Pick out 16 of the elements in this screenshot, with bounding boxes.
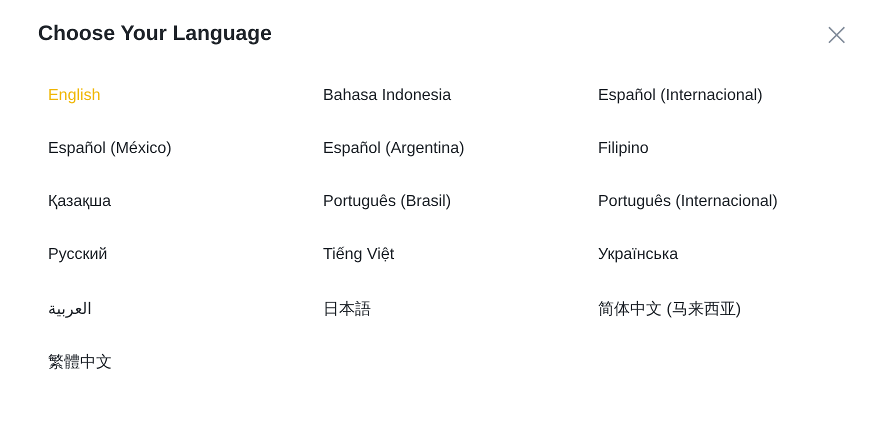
language-option[interactable]: Українська (598, 246, 678, 264)
language-option[interactable]: 繁體中文 (48, 352, 112, 373)
language-option[interactable]: Қазақша (48, 193, 112, 211)
language-option[interactable]: Bahasa Indonesia (323, 87, 452, 105)
language-option[interactable]: 日本語 (323, 299, 371, 320)
language-option[interactable]: Tiếng Việt (323, 246, 394, 264)
language-option[interactable]: Español (Argentina) (323, 140, 464, 158)
language-option[interactable]: Português (Internacional) (598, 193, 778, 211)
language-option[interactable]: 简体中文 (马来西亚) (598, 299, 742, 320)
language-option[interactable]: Русский (48, 246, 108, 264)
dialog-title: Choose Your Language (38, 22, 272, 46)
language-option[interactable]: Español (Internacional) (598, 87, 763, 105)
language-option[interactable]: Português (Brasil) (323, 193, 452, 211)
language-option[interactable]: Filipino (598, 140, 649, 158)
language-option[interactable]: Español (México) (48, 140, 172, 158)
language-option[interactable]: العربية (48, 299, 92, 319)
